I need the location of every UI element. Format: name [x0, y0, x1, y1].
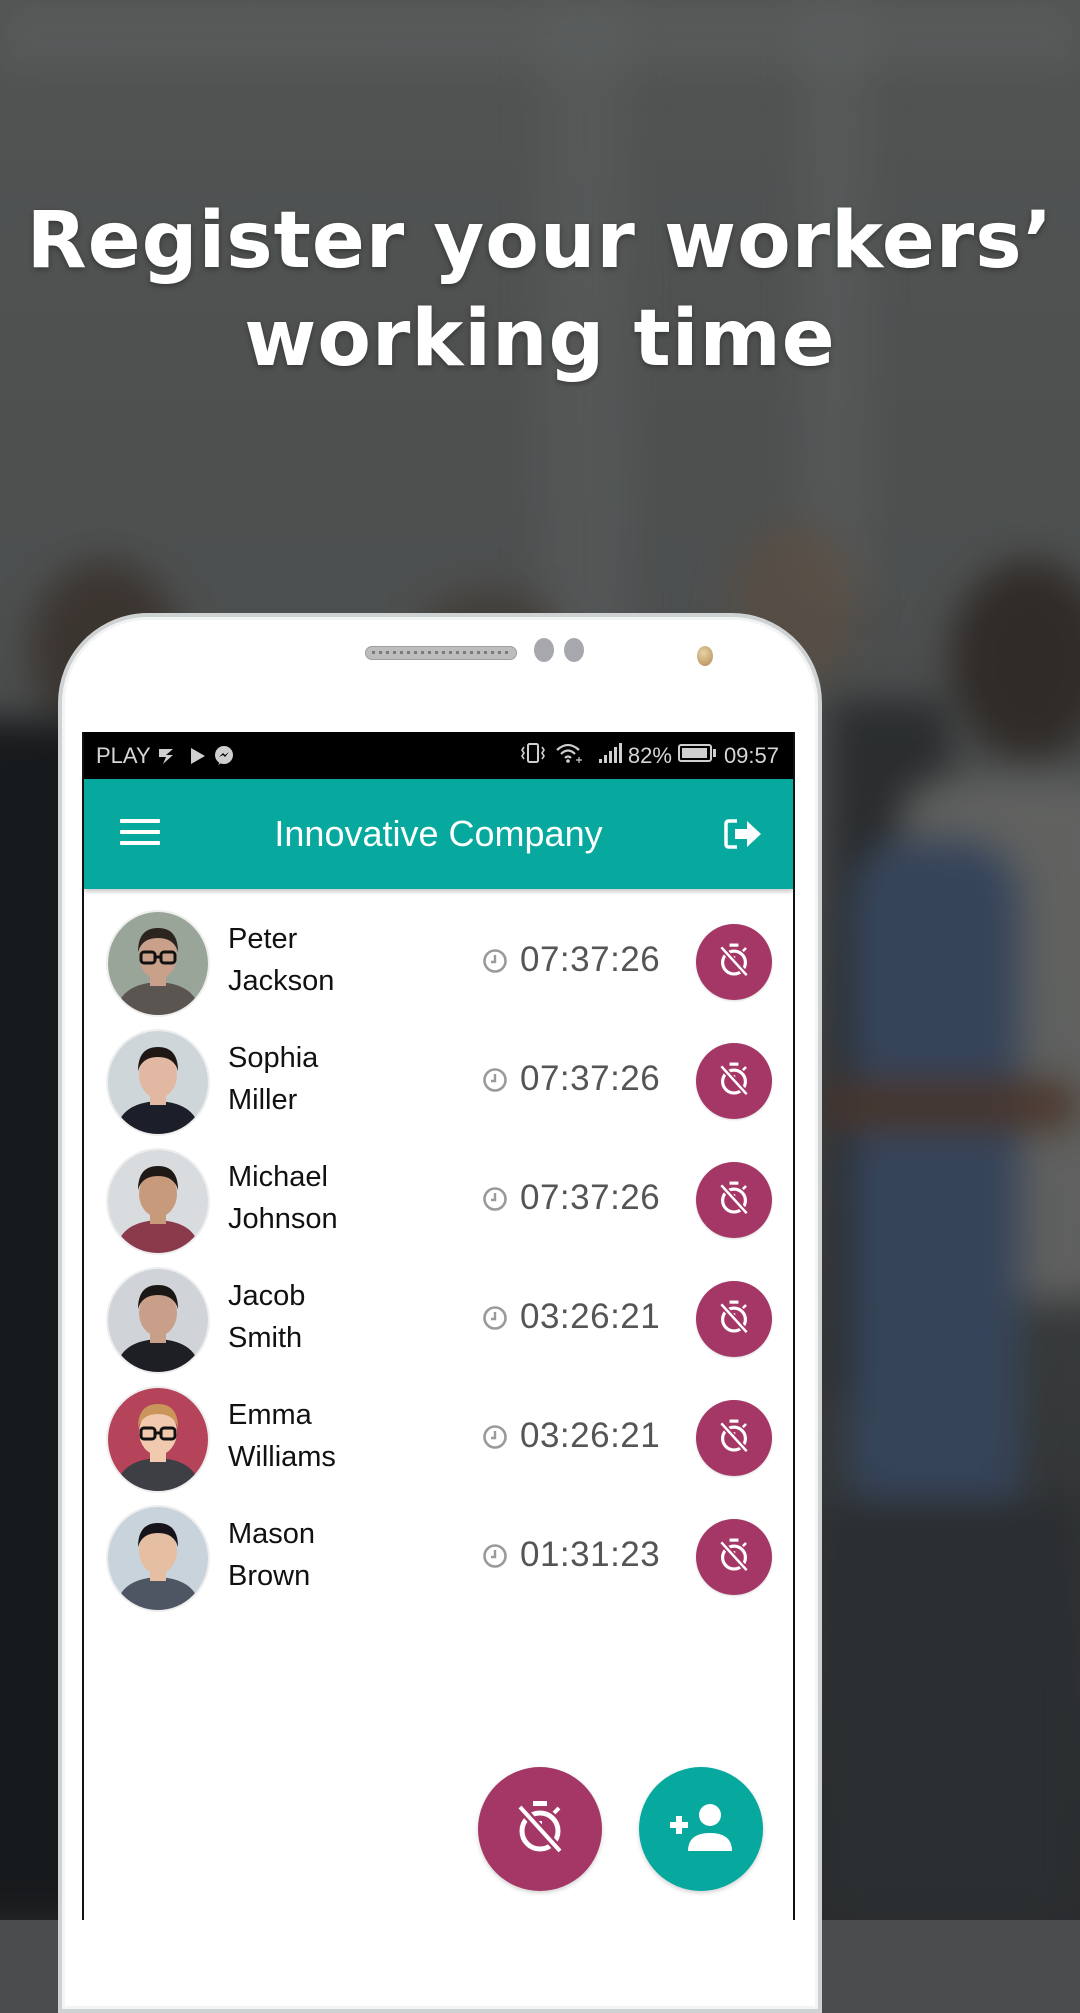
- vibrate-icon: [518, 742, 548, 770]
- signal-icon: [598, 742, 622, 770]
- worker-last-name: Miller: [228, 1084, 298, 1116]
- clock-icon: [482, 1424, 508, 1450]
- worker-last-name: Johnson: [228, 1203, 338, 1235]
- promo-headline: Register your workers’ working time: [0, 192, 1080, 388]
- worker-elapsed-time: 07:37:26: [520, 940, 661, 979]
- worker-last-name: Smith: [228, 1322, 303, 1354]
- clock-icon: [482, 1305, 508, 1331]
- worker-name: Sophia Miller: [228, 1037, 318, 1121]
- worker-first-name: Mason: [228, 1518, 316, 1550]
- timer-off-icon: [716, 1298, 752, 1341]
- headline-line-2: working time: [244, 294, 836, 384]
- worker-elapsed-time: 01:31:23: [520, 1535, 661, 1574]
- front-camera: [697, 646, 713, 666]
- worker-row[interactable]: Michael Johnson 07:37:26: [84, 1144, 793, 1263]
- worker-first-name: Jacob: [228, 1280, 306, 1312]
- worker-last-name: Williams: [228, 1441, 336, 1473]
- stop-all-timers-button[interactable]: [478, 1767, 602, 1891]
- worker-name: Emma Williams: [228, 1394, 336, 1478]
- notification-check-icon: [157, 746, 177, 766]
- timer-off-icon: [716, 1417, 752, 1460]
- worker-first-name: Peter: [228, 923, 298, 955]
- clock-icon: [482, 1543, 508, 1569]
- timer-off-icon: [716, 1536, 752, 1579]
- worker-name: Jacob Smith: [228, 1275, 305, 1359]
- worker-row[interactable]: Jacob Smith 03:26:21: [84, 1263, 793, 1382]
- add-worker-button[interactable]: [639, 1767, 763, 1891]
- phone-sensor: [564, 638, 584, 662]
- stop-timer-button[interactable]: [696, 1400, 772, 1476]
- stop-timer-button[interactable]: [696, 1281, 772, 1357]
- person-add-icon: [666, 1801, 736, 1858]
- battery-percent: 82%: [627, 742, 672, 768]
- phone-speaker: [365, 646, 517, 660]
- clock-icon: [482, 1067, 508, 1093]
- messenger-icon: [213, 745, 235, 767]
- worker-avatar: [108, 1269, 208, 1372]
- worker-avatar: [108, 1388, 208, 1491]
- stop-timer-button[interactable]: [696, 1519, 772, 1595]
- play-store-icon: [189, 746, 207, 766]
- stop-timer-button[interactable]: [696, 1162, 772, 1238]
- worker-last-name: Brown: [228, 1560, 311, 1592]
- worker-name: Michael Johnson: [228, 1156, 338, 1240]
- stop-timer-button[interactable]: [696, 924, 772, 1000]
- carrier-name: PLAY: [96, 742, 151, 768]
- worker-avatar: [108, 1031, 208, 1134]
- logout-icon[interactable]: [723, 817, 765, 851]
- status-bar: PLAY 82% 09:57: [84, 732, 793, 779]
- worker-row[interactable]: Mason Brown 01:31:23: [84, 1501, 793, 1620]
- worker-first-name: Emma: [228, 1399, 312, 1431]
- headline-line-1: Register your workers’: [26, 196, 1054, 286]
- clock-icon: [482, 1186, 508, 1212]
- worker-elapsed-time: 07:37:26: [520, 1178, 661, 1217]
- phone-sensor: [534, 638, 554, 662]
- worker-name: Mason Brown: [228, 1513, 315, 1597]
- worker-first-name: Sophia: [228, 1042, 319, 1074]
- worker-first-name: Michael: [228, 1161, 328, 1193]
- clock-time: 09:57: [723, 742, 779, 768]
- worker-elapsed-time: 03:26:21: [520, 1297, 661, 1336]
- timer-off-icon: [512, 1797, 568, 1862]
- timer-off-icon: [716, 1179, 752, 1222]
- wifi-icon: [554, 742, 584, 770]
- worker-row[interactable]: Peter Jackson 07:37:26: [84, 906, 793, 1025]
- worker-elapsed-time: 03:26:21: [520, 1416, 661, 1455]
- app-title: Innovative Company: [274, 813, 603, 854]
- worker-row[interactable]: Emma Williams 03:26:21: [84, 1382, 793, 1501]
- worker-row[interactable]: Sophia Miller 07:37:26: [84, 1025, 793, 1144]
- worker-last-name: Jackson: [228, 965, 335, 997]
- clock-icon: [482, 948, 508, 974]
- worker-elapsed-time: 07:37:26: [520, 1059, 661, 1098]
- worker-avatar: [108, 912, 208, 1015]
- worker-avatar: [108, 1507, 208, 1610]
- app-bar: Innovative Company: [84, 779, 793, 889]
- phone-screen: PLAY 82% 09:57 Innovative Company Peter …: [82, 732, 795, 1920]
- worker-name: Peter Jackson: [228, 918, 334, 1002]
- stop-timer-button[interactable]: [696, 1043, 772, 1119]
- timer-off-icon: [716, 1060, 752, 1103]
- worker-avatar: [108, 1150, 208, 1253]
- timer-off-icon: [716, 941, 752, 984]
- battery-icon: [677, 742, 718, 770]
